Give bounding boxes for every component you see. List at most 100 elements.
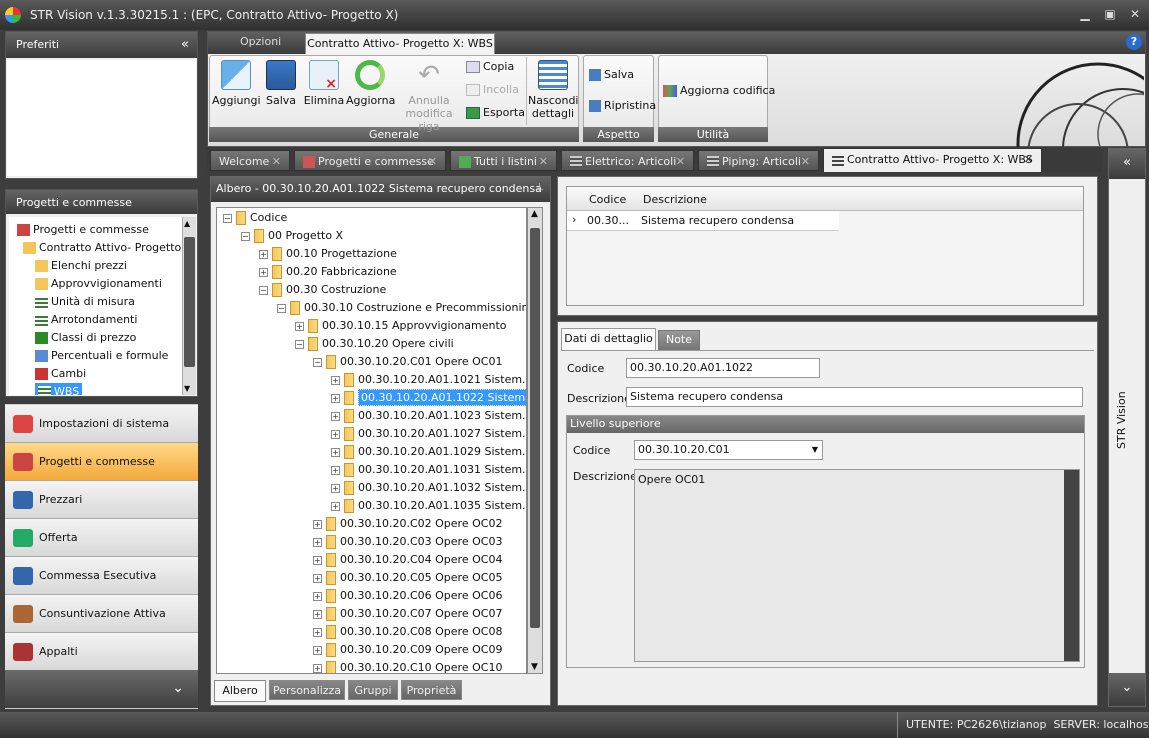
tree-node[interactable]: +00.30.10.20.C02 Opere OC02 (313, 515, 502, 533)
project-tree-item[interactable]: Progetti e commesse (17, 221, 149, 239)
tree-node[interactable]: − Codice (223, 209, 287, 227)
close-tab-icon[interactable]: ✕ (428, 151, 437, 172)
tab-wbs[interactable]: Contratto Attivo- Progetto X: WBS (305, 33, 495, 54)
expand-icon[interactable]: + (259, 267, 268, 277)
nav-button[interactable]: Offerta (5, 519, 198, 557)
tree-node[interactable]: +00.10 Progettazione (259, 245, 397, 263)
bottom-tab[interactable]: Personalizza (269, 680, 345, 700)
close-button[interactable]: ✕ (1126, 6, 1144, 22)
collapse-icon[interactable]: − (241, 231, 250, 241)
expand-icon[interactable]: + (313, 663, 322, 673)
tab-electric[interactable]: Elettrico: Articoli ✕ (561, 150, 694, 171)
nav-button[interactable]: Prezzari (5, 481, 198, 519)
nav-button[interactable]: Appalti (5, 633, 198, 671)
table-row[interactable]: › 00.30... Sistema recupero condensa (567, 211, 839, 231)
grid-header-desc[interactable]: Descrizione (643, 193, 707, 206)
tab-opzioni[interactable]: Opzioni (240, 35, 281, 48)
hide-details-button[interactable]: Nascondi dettagli (528, 58, 579, 120)
collapse-icon[interactable]: − (223, 213, 232, 223)
grid-header-code[interactable]: Codice (589, 193, 626, 206)
nav-button[interactable]: Impostazioni di sistema (5, 405, 198, 443)
tree-node[interactable]: +00.30.10.15 Approvvigionamento (295, 317, 507, 335)
tree-node[interactable]: +00.30.10.20.C05 Opere OC05 (313, 569, 502, 587)
tab-wbs-active[interactable]: Contratto Attivo- Progetto X: WBS ✕ (823, 148, 1042, 172)
save-layout-button[interactable]: Salva (589, 68, 634, 81)
tree-node[interactable]: +00.30.10.20.A01.1023 Sistem... (331, 407, 526, 425)
tree-node[interactable]: +00.30.10.20.A01.1031 Sistem... (331, 461, 526, 479)
expand-icon[interactable]: + (331, 375, 340, 385)
projects-scrollbar[interactable]: ▲ ▼ (182, 217, 196, 395)
tree-node[interactable]: +00.30.10.20.A01.1032 Sistem... (331, 479, 526, 497)
side-expand-icon[interactable]: ⌄ (1109, 673, 1145, 706)
expand-icon[interactable]: + (313, 609, 322, 619)
tree-node[interactable]: +00.30.10.20.C07 Opere OC07 (313, 605, 502, 623)
tab-notes[interactable]: Note (658, 330, 700, 350)
project-tree-item[interactable]: Cambi (35, 365, 86, 383)
tab-lists[interactable]: Tutti i listini ✕ (450, 150, 557, 171)
expand-icon[interactable]: + (331, 465, 340, 475)
expand-icon[interactable]: + (331, 429, 340, 439)
project-tree-item[interactable]: Contratto Attivo- Progetto X (23, 239, 182, 257)
copy-button[interactable]: Copia (466, 60, 514, 76)
collapse-icon[interactable]: − (295, 339, 304, 349)
expand-icon[interactable]: + (331, 393, 340, 403)
tree-node[interactable]: − 00 Progetto X (241, 227, 343, 245)
delete-button[interactable]: × Elimina (303, 58, 345, 107)
expand-icon[interactable]: + (313, 519, 322, 529)
help-icon[interactable]: ? (1126, 34, 1142, 50)
close-tab-icon[interactable]: ✕ (539, 151, 548, 172)
tree-node[interactable]: − 00.30 Costruzione (259, 281, 386, 299)
expand-icon[interactable]: + (313, 645, 322, 655)
project-tree-item[interactable]: Approvvigionamenti (35, 275, 162, 293)
close-tab-icon[interactable]: ✕ (272, 151, 281, 172)
collapse-right-icon[interactable]: « (1109, 149, 1145, 179)
nav-button[interactable]: Consuntivazione Attiva (5, 595, 198, 633)
bottom-tab[interactable]: Proprietà (401, 680, 462, 700)
expand-icon[interactable]: + (313, 555, 322, 565)
tree-node[interactable]: +00.30.10.20.A01.1029 Sistem... (331, 443, 526, 461)
refresh-button[interactable]: Aggiorna (346, 58, 395, 107)
expand-icon[interactable]: + (331, 483, 340, 493)
project-tree-item[interactable]: WBS (35, 383, 83, 395)
expand-icon[interactable]: + (331, 447, 340, 457)
paste-button[interactable]: Incolla (466, 83, 519, 99)
bottom-tab[interactable]: Gruppi (348, 680, 398, 700)
tree-node[interactable]: +00.20 Fabbricazione (259, 263, 397, 281)
project-tree-item[interactable]: Unità di misura (35, 293, 135, 311)
tree-node[interactable]: +00.30.10.20.A01.1021 Sistem... (331, 371, 526, 389)
pin-icon[interactable]: ⊥ (535, 182, 544, 193)
expand-icon[interactable]: + (313, 627, 322, 637)
bottom-tab[interactable]: Albero (214, 680, 266, 702)
parent-desc-scrollbar[interactable] (1064, 470, 1079, 661)
tree-scrollbar[interactable]: ▲ ▼ (527, 207, 543, 674)
tree-node[interactable]: +00.30.10.20.A01.1027 Sistem... (331, 425, 526, 443)
expand-icon[interactable]: + (331, 411, 340, 421)
tab-projects[interactable]: Progetti e commesse ✕ (294, 150, 446, 171)
expand-icon[interactable]: + (331, 501, 340, 511)
maximize-button[interactable]: ▣ (1101, 6, 1119, 22)
save-button[interactable]: Salva (262, 58, 300, 107)
project-tree-item[interactable]: Elenchi prezzi (35, 257, 127, 275)
side-panel-label[interactable]: STR Vision (1115, 391, 1128, 449)
tree-node[interactable]: +00.30.10.20.C06 Opere OC06 (313, 587, 502, 605)
description-field[interactable]: Sistema recupero condensa (626, 387, 1083, 407)
tab-welcome[interactable]: Welcome ✕ (210, 150, 290, 171)
tree-node[interactable]: +00.30.10.20.A01.1035 Sistem... (331, 497, 526, 515)
expand-icon[interactable]: + (295, 321, 304, 331)
expand-icon[interactable]: + (313, 591, 322, 601)
undo-row-button[interactable]: ↶ Annulla modifica riga (396, 58, 462, 133)
nav-button[interactable]: Commessa Esecutiva (5, 557, 198, 595)
tree-node[interactable]: − 00.30.10.20 Opere civili (295, 335, 454, 353)
code-field[interactable]: 00.30.10.20.A01.1022 (626, 358, 820, 378)
nav-button[interactable]: Progetti e commesse (5, 443, 198, 481)
update-code-button[interactable]: Aggiorna codifica (663, 84, 775, 97)
tree-node[interactable]: − 00.30.10 Costruzione e Precommissioning (277, 299, 526, 317)
collapse-icon[interactable]: − (277, 303, 286, 313)
project-tree-item[interactable]: Classi di prezzo (35, 329, 136, 347)
parent-code-select[interactable]: 00.30.10.20.C01 ▼ (634, 440, 823, 460)
tree-node[interactable]: +00.30.10.20.C09 Opere OC09 (313, 641, 502, 659)
project-tree-item[interactable]: Arrotondamenti (35, 311, 137, 329)
close-tab-icon[interactable]: ✕ (801, 151, 810, 172)
tree-node[interactable]: − 00.30.10.20.C01 Opere OC01 (313, 353, 502, 371)
collapse-icon[interactable]: − (313, 357, 322, 367)
